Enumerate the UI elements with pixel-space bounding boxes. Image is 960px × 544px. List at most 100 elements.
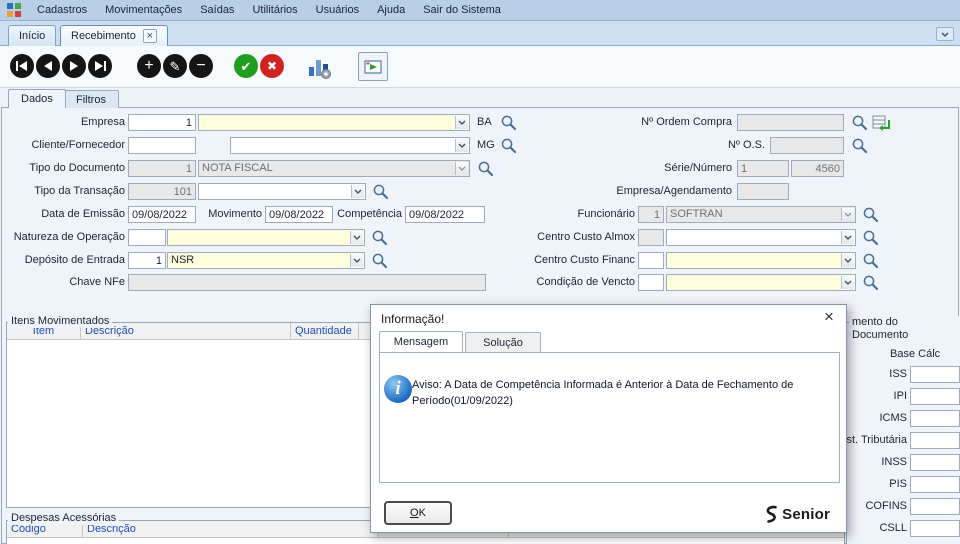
tax-input-iss[interactable]	[910, 366, 960, 383]
ok-button[interactable]: OK	[384, 501, 452, 525]
menu-item-usuarios[interactable]: Usuários	[307, 0, 368, 20]
confirm-button[interactable]: ✔	[234, 54, 258, 78]
tax-input-pis[interactable]	[910, 476, 960, 493]
menu-item-utilitarios[interactable]: Utilitários	[243, 0, 306, 20]
centro-custo-financ-code-input[interactable]	[638, 252, 664, 269]
empresa-region-label: BA	[477, 116, 492, 128]
tax-input-csll[interactable]	[910, 520, 960, 537]
menu-item-saidas[interactable]: Saídas	[191, 0, 243, 20]
tab-dados[interactable]: Dados	[8, 89, 66, 108]
document-preview-icon	[364, 60, 382, 73]
preview-button[interactable]	[358, 52, 388, 81]
tab-inicio[interactable]: Início	[8, 25, 57, 46]
cancel-button[interactable]: ✖	[260, 54, 284, 78]
dialog-message: Aviso: A Data de Competência Informada é…	[412, 379, 794, 407]
next-record-button[interactable]	[62, 54, 86, 78]
bar-chart-icon	[309, 60, 331, 79]
senior-logo-icon	[766, 505, 777, 523]
tab-close-icon[interactable]: ×	[142, 29, 157, 43]
dialog-close-icon[interactable]: ×	[820, 308, 838, 326]
cliente-region-label: MG	[477, 139, 495, 151]
tax-input-icms[interactable]	[910, 410, 960, 427]
delete-record-button[interactable]: −	[189, 54, 213, 78]
first-record-button[interactable]	[10, 54, 34, 78]
deposito-lookup-button[interactable]	[371, 252, 388, 269]
tax-input-ipi[interactable]	[910, 388, 960, 405]
tab-recebimento[interactable]: Recebimento ×	[60, 25, 168, 46]
chevron-down-icon	[354, 189, 362, 194]
condicao-vencto-combo[interactable]	[666, 274, 856, 291]
natureza-combo[interactable]	[167, 229, 365, 246]
funcionario-lookup-button[interactable]	[862, 206, 879, 223]
plus-icon: +	[144, 57, 154, 74]
natureza-code-input[interactable]	[128, 229, 166, 246]
search-icon	[852, 138, 868, 154]
movimento-input[interactable]	[265, 206, 333, 223]
tipo-transacao-lookup-button[interactable]	[372, 183, 389, 200]
edit-record-button[interactable]: ✎	[163, 54, 187, 78]
tab-list-button[interactable]	[936, 27, 954, 41]
centro-custo-almox-lookup-button[interactable]	[862, 229, 879, 246]
cliente-code-input[interactable]	[128, 137, 196, 154]
centro-custo-almox-combo[interactable]	[666, 229, 856, 246]
dialog-title: Informação!	[381, 312, 445, 326]
empresa-code-input[interactable]	[128, 114, 196, 131]
deposito-combo[interactable]: NSR	[167, 252, 365, 269]
fechamento-title: mento do Documento	[849, 316, 960, 342]
cliente-combo[interactable]	[230, 137, 470, 154]
chart-button[interactable]	[305, 53, 333, 81]
pencil-icon: ✎	[169, 58, 181, 74]
os-lookup-button[interactable]	[851, 137, 868, 154]
column-header-descricao[interactable]: Descrição	[81, 323, 291, 339]
menu-item-cadastros[interactable]: Cadastros	[28, 0, 96, 20]
centro-custo-financ-combo[interactable]	[666, 252, 856, 269]
funcionario-combo: SOFTRAN	[666, 206, 856, 223]
os-input	[770, 137, 844, 154]
funcionario-label: Funcionário	[577, 208, 635, 220]
last-record-button[interactable]	[88, 54, 112, 78]
centro-custo-financ-label: Centro Custo Financ	[534, 254, 635, 266]
condicao-vencto-code-input[interactable]	[638, 274, 664, 291]
previous-record-button[interactable]	[36, 54, 60, 78]
dialog-tab-mensagem[interactable]: Mensagem	[379, 331, 463, 352]
cliente-lookup-button[interactable]	[500, 137, 517, 154]
ordem-compra-lookup-button[interactable]	[851, 114, 868, 131]
import-order-button[interactable]	[871, 114, 891, 131]
search-icon	[373, 184, 389, 200]
menu-item-sair-do-sistema[interactable]: Sair do Sistema	[414, 0, 510, 20]
competencia-input[interactable]	[405, 206, 485, 223]
tax-input-inss[interactable]	[910, 454, 960, 471]
tipo-transacao-combo[interactable]	[198, 183, 366, 200]
natureza-lookup-button[interactable]	[371, 229, 388, 246]
tab-recebimento-label: Recebimento	[71, 30, 136, 42]
data-emissao-input[interactable]	[128, 206, 196, 223]
column-header-descricao[interactable]: Descrição	[83, 521, 379, 537]
arrow-left-icon	[44, 61, 52, 71]
search-icon	[863, 253, 879, 269]
document-tab-bar: Início Recebimento ×	[0, 21, 960, 46]
empresa-agendamento-label: Empresa/Agendamento	[616, 185, 732, 197]
cross-icon: ✖	[266, 59, 278, 73]
tax-input-subst-tributaria[interactable]	[910, 432, 960, 449]
empresa-lookup-button[interactable]	[500, 114, 517, 131]
deposito-code-input[interactable]	[128, 252, 166, 269]
search-icon	[372, 253, 388, 269]
empresa-combo[interactable]	[198, 114, 470, 131]
menu-item-movimentacoes[interactable]: Movimentações	[96, 0, 191, 20]
column-header-quantidade[interactable]: Quantidade	[291, 323, 359, 339]
dialog-tab-solucao[interactable]: Solução	[465, 332, 541, 352]
base-calculo-header: Base Cálc	[890, 348, 941, 360]
tab-inicio-label: Início	[19, 30, 46, 42]
tipo-documento-lookup-button[interactable]	[477, 160, 494, 177]
cliente-label: Cliente/Fornecedor	[31, 139, 125, 151]
add-record-button[interactable]: +	[137, 54, 161, 78]
skip-last-icon	[95, 61, 106, 71]
search-icon	[852, 115, 868, 131]
condicao-vencto-lookup-button[interactable]	[862, 274, 879, 291]
centro-custo-financ-lookup-button[interactable]	[862, 252, 879, 269]
competencia-label: Competência	[337, 208, 402, 220]
os-label: Nº O.S.	[727, 139, 765, 151]
tab-filtros[interactable]: Filtros	[63, 90, 119, 108]
menu-item-ajuda[interactable]: Ajuda	[368, 0, 414, 20]
tax-input-cofins[interactable]	[910, 498, 960, 515]
